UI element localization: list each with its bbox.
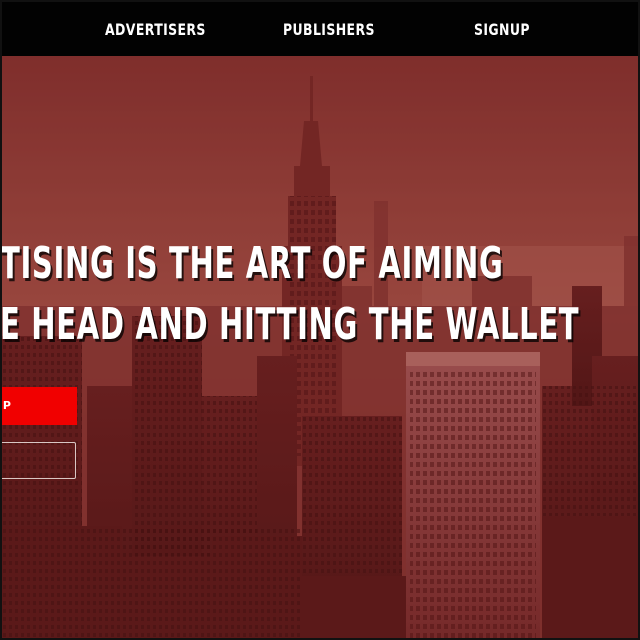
hero-headline-line-1: TISING IS THE ART OF AIMING <box>2 238 504 289</box>
nav-publishers-link[interactable]: PUBLISHERS <box>283 20 375 39</box>
hero-section: TISING IS THE ART OF AIMING E HEAD AND H… <box>2 56 638 638</box>
page: ADVERTISERS PUBLISHERS SIGNUP TISING IS … <box>0 0 640 640</box>
signup-cta-label: UP <box>2 399 11 412</box>
top-navigation: ADVERTISERS PUBLISHERS SIGNUP <box>2 2 638 56</box>
nav-advertisers-link[interactable]: ADVERTISERS <box>105 20 206 39</box>
secondary-cta-button[interactable]: ) <box>2 442 76 479</box>
nav-signup-link[interactable]: SIGNUP <box>474 20 530 39</box>
signup-cta-button[interactable]: UP <box>2 387 77 425</box>
hero-headline-line-2: E HEAD AND HITTING THE WALLET <box>2 299 580 350</box>
